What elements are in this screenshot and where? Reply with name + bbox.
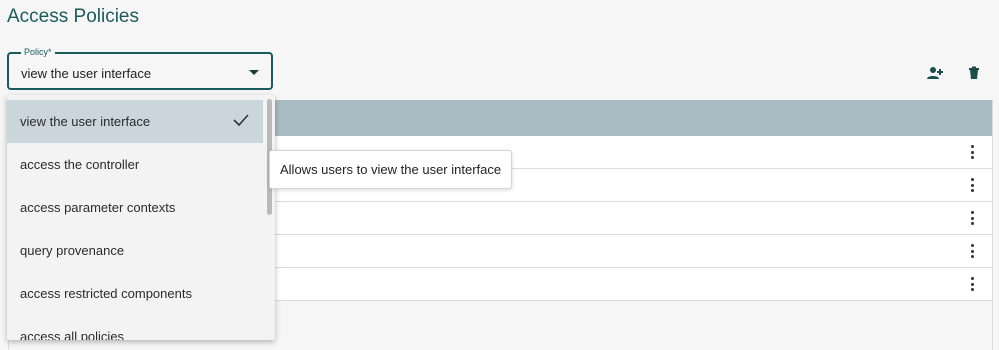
policy-selected-value: view the user interface <box>21 66 152 81</box>
add-user-button[interactable] <box>924 62 946 84</box>
option-access-all-policies[interactable]: access all policies <box>7 315 263 340</box>
option-label: access the controller <box>20 157 140 172</box>
option-access-restricted-components[interactable]: access restricted components <box>7 272 263 315</box>
policy-tooltip: Allows users to view the user interface <box>269 150 513 189</box>
more-vert-icon[interactable] <box>966 277 978 291</box>
option-access-the-controller[interactable]: access the controller <box>7 143 263 186</box>
option-view-the-user-interface[interactable]: view the user interface <box>7 100 263 143</box>
option-label: access all policies <box>20 329 125 340</box>
check-icon <box>233 114 249 126</box>
option-label: access restricted components <box>20 286 192 301</box>
policy-select[interactable]: Policy* view the user interface <box>7 47 273 90</box>
page-title: Access Policies <box>7 6 139 27</box>
more-vert-icon[interactable] <box>966 211 978 225</box>
option-label: view the user interface <box>20 114 151 129</box>
option-query-provenance[interactable]: query provenance <box>7 229 263 272</box>
caret-down-icon <box>249 70 259 75</box>
policy-label: Policy* <box>21 47 55 57</box>
more-vert-icon[interactable] <box>966 145 978 159</box>
add-user-icon <box>927 67 943 79</box>
dropdown-scrollbar[interactable] <box>264 95 275 340</box>
option-label: access parameter contexts <box>20 200 176 215</box>
more-vert-icon[interactable] <box>966 178 978 192</box>
delete-icon <box>969 66 979 79</box>
policy-dropdown-menu: view the user interface access the contr… <box>7 95 275 340</box>
more-vert-icon[interactable] <box>966 244 978 258</box>
option-access-parameter-contexts[interactable]: access parameter contexts <box>7 186 263 229</box>
delete-button[interactable] <box>963 62 985 84</box>
option-label: query provenance <box>20 243 125 258</box>
